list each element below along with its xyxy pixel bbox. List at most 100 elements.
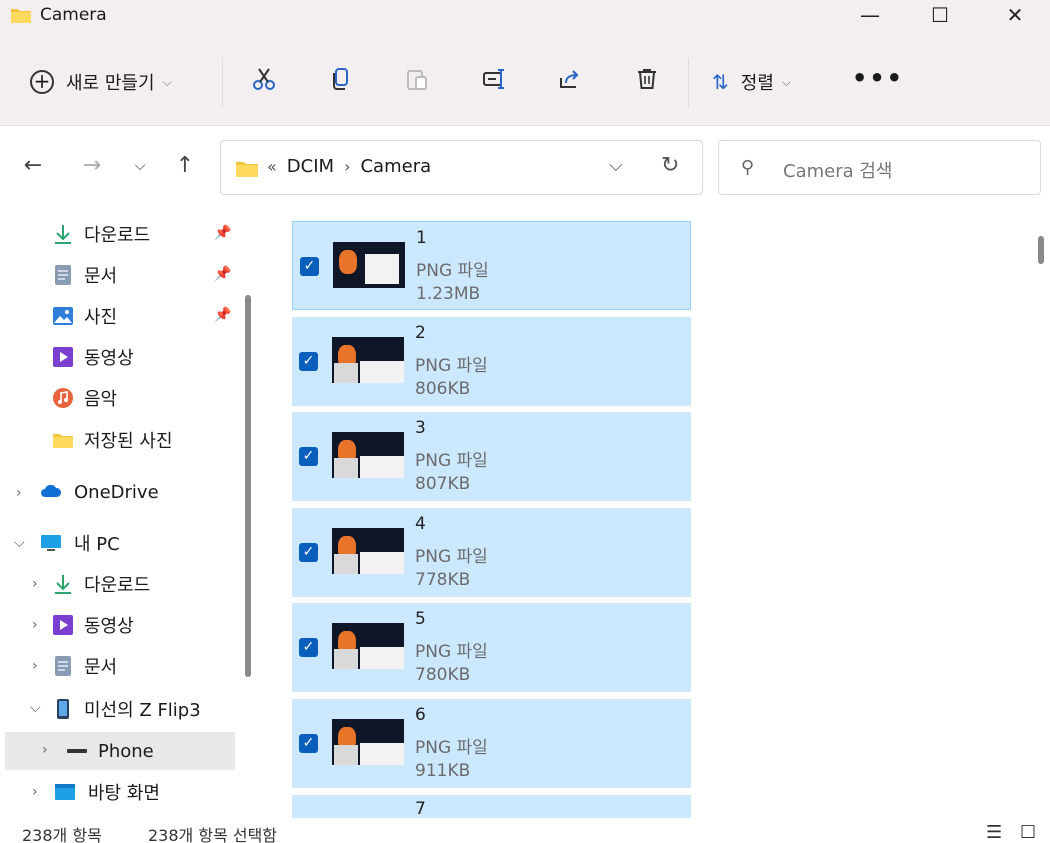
sidebar-item-downloads[interactable]: 다운로드 [52, 217, 150, 251]
cut-button[interactable] [249, 66, 279, 98]
sidebar-item-pc-downloads[interactable]: 다운로드 [52, 567, 150, 601]
sidebar-item-label: 문서 [84, 657, 118, 678]
chevron-right-icon[interactable]: › [344, 157, 350, 176]
sidebar-item-saved-pictures[interactable]: 저장된 사진 [52, 423, 173, 457]
file-name: 1 [416, 228, 427, 248]
new-button[interactable]: + 새로 만들기 ⌵ [30, 66, 172, 98]
sidebar-item-videos[interactable]: 동영상 [52, 340, 134, 374]
search-icon: ⚲ [741, 157, 755, 178]
sidebar-item-pictures[interactable]: 사진 [52, 299, 117, 333]
chevron-down-icon: ⌵ [162, 74, 172, 89]
chevron-right-icon[interactable]: › [32, 576, 38, 592]
sidebar-item-phone-storage[interactable]: Phone [66, 734, 154, 768]
checkbox-checked-icon[interactable]: ✓ [299, 734, 318, 753]
checkbox-checked-icon[interactable]: ✓ [299, 447, 318, 466]
rename-button[interactable] [479, 66, 509, 98]
file-row[interactable]: 7 [292, 795, 691, 818]
search-box[interactable]: ⚲ Camera 검색 [718, 140, 1041, 195]
chevron-right-icon[interactable]: › [16, 485, 22, 501]
sidebar-scrollbar[interactable] [245, 295, 251, 677]
chevron-down-icon: ⌵ [781, 74, 791, 89]
refresh-icon[interactable]: ↻ [661, 153, 679, 178]
chevron-down-icon[interactable]: ⌵ [30, 700, 41, 716]
video-icon [53, 615, 73, 635]
file-size: 778KB [415, 570, 471, 590]
tiles-view-icon[interactable]: ☐ [1020, 822, 1036, 843]
chevron-down-icon[interactable]: ⌵ [14, 535, 25, 551]
folder-icon [11, 9, 31, 23]
chevron-right-icon[interactable]: › [42, 742, 48, 758]
plus-icon: + [30, 70, 54, 94]
sidebar-item-onedrive[interactable]: OneDrive [38, 475, 159, 509]
forward-button[interactable]: → [77, 153, 107, 183]
file-type: PNG 파일 [415, 738, 488, 758]
file-type: PNG 파일 [415, 451, 488, 471]
sort-label: 정렬 [740, 73, 774, 94]
phone-icon [57, 699, 69, 719]
file-row[interactable]: ✓ 5 PNG 파일 780KB [292, 603, 691, 692]
sidebar-item-this-pc[interactable]: 내 PC [38, 526, 120, 560]
sidebar-item-label: OneDrive [74, 481, 159, 503]
sidebar-item-documents[interactable]: 문서 [52, 258, 117, 292]
file-type: PNG 파일 [416, 261, 489, 281]
checkbox-checked-icon[interactable]: ✓ [300, 257, 319, 276]
music-icon [53, 388, 73, 408]
sidebar-item-music[interactable]: 음악 [52, 381, 117, 415]
more-options-button[interactable]: ••• [852, 64, 904, 92]
checkbox-checked-icon[interactable]: ✓ [299, 352, 318, 371]
desktop-icon [55, 784, 75, 800]
file-row[interactable]: ✓ 2 PNG 파일 806KB [292, 317, 691, 406]
checkbox-checked-icon[interactable]: ✓ [299, 638, 318, 657]
chevron-down-icon: ⌵ [134, 158, 146, 174]
sidebar-item-desktop[interactable]: 바탕 화면 [52, 775, 160, 809]
file-name: 7 [415, 799, 426, 818]
paste-button[interactable] [402, 66, 432, 98]
address-dropdown-icon[interactable]: ⌵ [609, 155, 623, 176]
window-title: Camera [40, 5, 107, 25]
up-button[interactable]: ↑ [170, 153, 200, 183]
checkbox-checked-icon[interactable]: ✓ [299, 543, 318, 562]
arrow-right-icon: → [82, 153, 102, 178]
back-button[interactable]: ← [18, 153, 48, 183]
arrow-left-icon: ← [23, 153, 43, 178]
copy-icon [333, 68, 348, 90]
breadcrumb-item[interactable]: Camera [360, 156, 431, 177]
share-button[interactable] [555, 66, 585, 98]
paste-icon [407, 70, 427, 90]
copy-button[interactable] [326, 66, 356, 98]
address-bar[interactable]: « DCIM › Camera ⌵ ↻ [220, 140, 703, 195]
file-type: PNG 파일 [415, 547, 488, 567]
pin-icon[interactable]: 📌 [214, 266, 231, 282]
sidebar-item-label: 내 PC [74, 534, 120, 555]
sidebar-item-label: 미선의 Z Flip3 [84, 700, 201, 721]
file-name: 6 [415, 705, 426, 725]
delete-button[interactable] [632, 66, 662, 98]
maximize-button[interactable]: ☐ [905, 0, 975, 32]
sidebar-item-phone-device[interactable]: 미선의 Z Flip3 [52, 692, 201, 726]
sort-button[interactable]: ⇅ 정렬 ⌵ [712, 66, 791, 98]
file-row[interactable]: ✓ 1 PNG 파일 1.23MB [292, 221, 691, 310]
file-list-scrollbar[interactable] [1038, 236, 1044, 264]
breadcrumb-overflow[interactable]: « [267, 157, 277, 176]
recent-locations-button[interactable]: ⌵ [125, 158, 155, 188]
image-thumbnail [332, 337, 404, 383]
file-row[interactable]: ✓ 4 PNG 파일 778KB [292, 508, 691, 597]
sidebar-item-pc-documents[interactable]: 문서 [52, 649, 117, 683]
breadcrumb-item[interactable]: DCIM [287, 156, 334, 177]
chevron-right-icon[interactable]: › [32, 784, 38, 800]
file-row[interactable]: ✓ 6 PNG 파일 911KB [292, 699, 691, 788]
close-button[interactable]: ✕ [980, 0, 1050, 32]
chevron-right-icon[interactable]: › [32, 658, 38, 674]
trash-icon [638, 69, 656, 89]
chevron-right-icon[interactable]: › [32, 617, 38, 633]
pin-icon[interactable]: 📌 [214, 307, 231, 323]
pin-icon[interactable]: 📌 [214, 225, 231, 241]
folder-icon [236, 162, 258, 177]
minimize-button[interactable]: — [835, 0, 905, 32]
sidebar-item-label: 다운로드 [84, 575, 151, 596]
details-view-icon[interactable]: ☰ [986, 822, 1002, 843]
file-row[interactable]: ✓ 3 PNG 파일 807KB [292, 412, 691, 501]
navigation-pane: 다운로드 📌 문서 📌 사진 📌 동영상 음악 저장된 사진 › OneDriv… [0, 205, 262, 818]
sidebar-item-pc-videos[interactable]: 동영상 [52, 608, 134, 642]
search-input[interactable]: Camera 검색 [783, 157, 892, 183]
